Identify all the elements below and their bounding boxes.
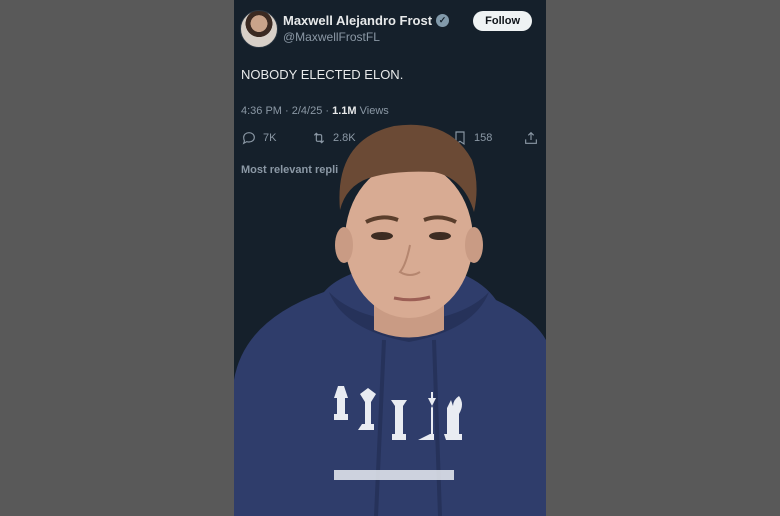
left-eye: [371, 232, 393, 240]
person-overlay: [234, 124, 546, 516]
right-ear: [465, 227, 483, 263]
video-frame: Maxwell Alejandro Frost ✓ @MaxwellFrostF…: [234, 0, 546, 516]
right-eye: [429, 232, 451, 240]
left-ear: [335, 227, 353, 263]
face: [345, 162, 473, 318]
